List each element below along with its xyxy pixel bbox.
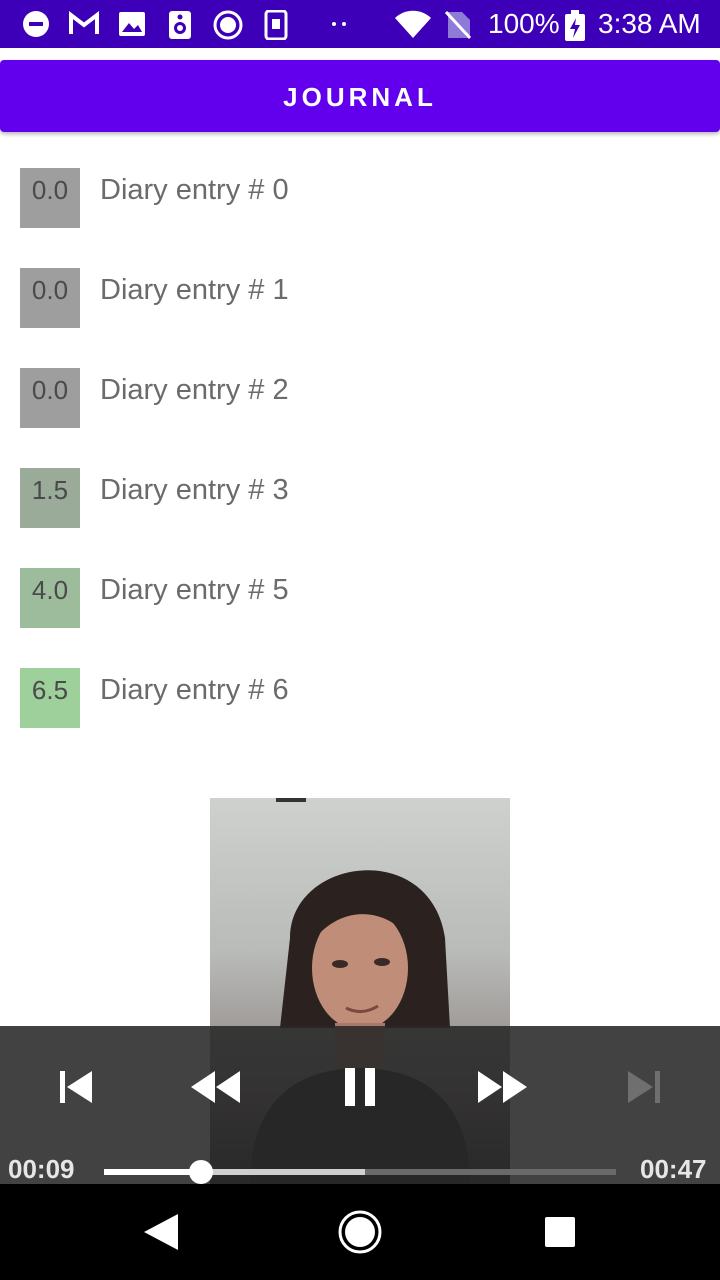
seek-bar-played <box>104 1169 202 1175</box>
phone-device-icon <box>264 10 288 40</box>
entry-label: Diary entry # 1 <box>100 274 289 306</box>
fast-forward-icon <box>478 1071 527 1103</box>
media-controls: 00:09 00:47 <box>0 1026 720 1184</box>
battery-icon <box>565 10 585 41</box>
entry-label: Diary entry # 0 <box>100 174 289 206</box>
entry-score: 0.0 <box>20 368 80 428</box>
entry-score: 6.5 <box>20 668 80 728</box>
seek-bar[interactable] <box>104 1160 616 1184</box>
recents-icon[interactable] <box>544 1216 576 1248</box>
skip-next-button[interactable] <box>612 1062 676 1112</box>
seek-bar-thumb[interactable] <box>189 1160 214 1184</box>
status-bar: 100% 3:38 AM <box>0 0 720 48</box>
skip-previous-icon <box>60 1071 92 1103</box>
entry-label: Diary entry # 3 <box>100 474 289 506</box>
pause-button[interactable] <box>328 1062 392 1112</box>
duration-time: 00:47 <box>640 1154 707 1184</box>
dots-icon <box>332 22 346 26</box>
record-icon <box>213 10 243 40</box>
battery-percent: 100% <box>488 8 560 39</box>
entry-score: 1.5 <box>20 468 80 528</box>
entry-label: Diary entry # 6 <box>100 674 289 706</box>
no-sim-icon <box>444 10 472 40</box>
rewind-button[interactable] <box>184 1062 248 1112</box>
entry-score: 4.0 <box>20 568 80 628</box>
minus-circle-icon <box>23 11 49 37</box>
back-icon[interactable] <box>142 1212 180 1252</box>
navigation-bar <box>0 1184 720 1280</box>
skip-next-icon <box>628 1071 660 1103</box>
entry-label: Diary entry # 2 <box>100 374 289 406</box>
image-icon <box>119 12 145 36</box>
page-title: JOURNAL <box>283 82 437 112</box>
speaker-icon <box>169 11 191 39</box>
entry-label: Diary entry # 5 <box>100 574 289 606</box>
clock: 3:38 AM <box>598 8 701 39</box>
fast-forward-button[interactable] <box>470 1062 534 1112</box>
current-time: 00:09 <box>8 1154 75 1184</box>
app-bar: JOURNAL <box>0 60 720 132</box>
gmail-icon <box>69 10 99 34</box>
wifi-icon <box>395 10 431 39</box>
home-icon[interactable] <box>337 1209 383 1255</box>
entry-score: 0.0 <box>20 268 80 328</box>
entry-score: 0.0 <box>20 168 80 228</box>
pause-icon <box>345 1068 375 1106</box>
rewind-icon <box>191 1071 240 1103</box>
skip-previous-button[interactable] <box>44 1062 108 1112</box>
